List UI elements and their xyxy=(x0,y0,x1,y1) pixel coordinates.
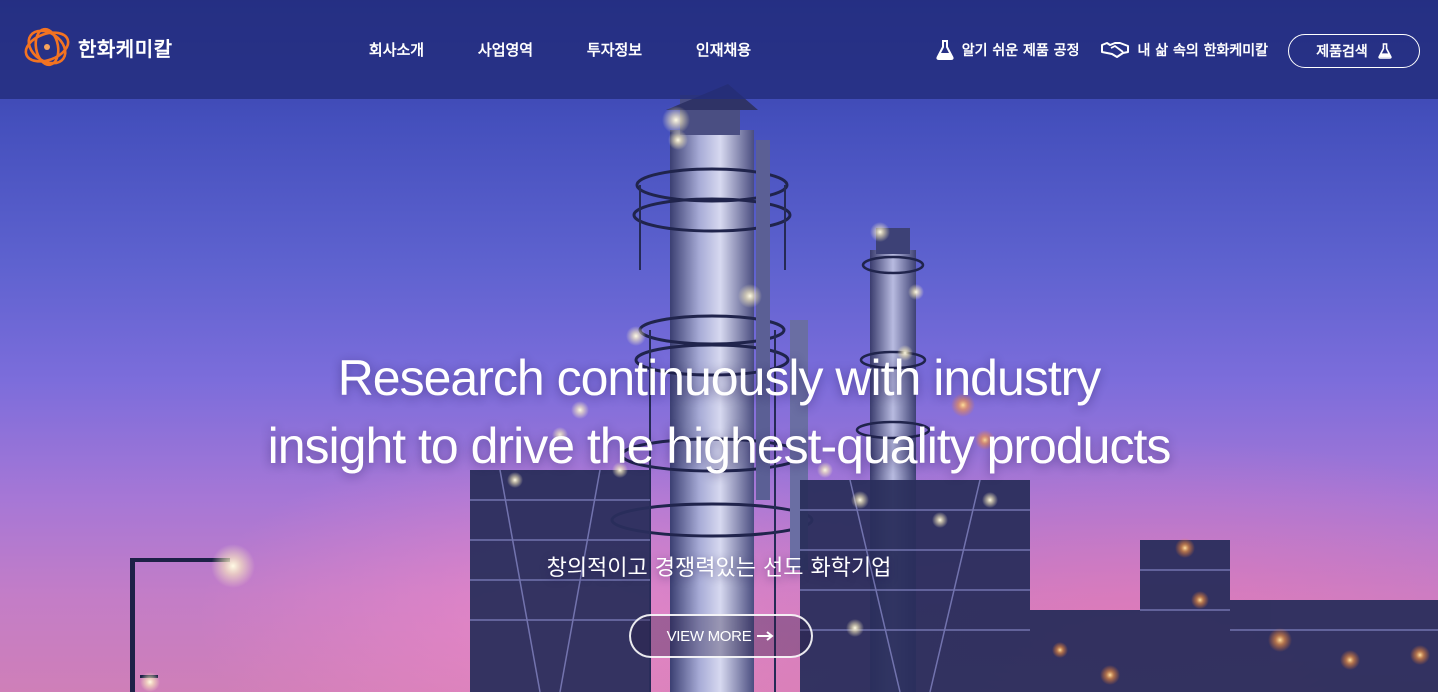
view-more-label: VIEW MORE xyxy=(666,627,752,645)
hero-subheadline: 창의적이고 경쟁력있는 선도 화학기업 xyxy=(546,556,892,581)
hero-headline-line-1: Research continuously with industry xyxy=(337,350,1102,406)
view-more-button[interactable]: VIEW MORE xyxy=(629,614,813,658)
utility-links: 알기 쉬운 제품 공정 내 삶 속의 한화케미칼 xyxy=(936,36,1268,64)
hero-section: 한화케미칼 회사소개 사업영역 투자정보 인재채용 알기 쉬운 제품 공정 내 … xyxy=(0,0,1438,692)
product-search-button[interactable]: 제품검색 xyxy=(1288,34,1420,68)
product-search-label: 제품검색 xyxy=(1316,44,1368,60)
life-with-hanwha-label: 내 삶 속의 한화케미칼 xyxy=(1137,43,1268,59)
handshake-icon xyxy=(1101,42,1130,58)
hanwha-logo-icon xyxy=(24,27,70,67)
brand-logo[interactable]: 한화케미칼 xyxy=(22,22,173,72)
flask-icon xyxy=(936,40,954,60)
main-navigation: 회사소개 사업영역 투자정보 인재채용 xyxy=(342,36,778,64)
hero-headline-line-2: insight to drive the highest-quality pro… xyxy=(267,418,1172,474)
product-process-label: 알기 쉬운 제품 공정 xyxy=(961,43,1080,59)
brand-name: 한화케미칼 xyxy=(78,36,173,61)
nav-item-business[interactable]: 사업영역 xyxy=(451,36,560,64)
nav-item-careers[interactable]: 인재채용 xyxy=(669,36,778,64)
nav-item-company[interactable]: 회사소개 xyxy=(342,36,451,64)
product-process-link[interactable]: 알기 쉬운 제품 공정 xyxy=(936,40,1080,60)
site-header: 한화케미칼 회사소개 사업영역 투자정보 인재채용 알기 쉬운 제품 공정 내 … xyxy=(0,0,1438,99)
flask-icon xyxy=(1378,43,1392,59)
nav-item-investor[interactable]: 투자정보 xyxy=(560,36,669,64)
arrow-right-icon xyxy=(757,631,775,641)
hero-headline: Research continuously with industry insi… xyxy=(0,344,1438,480)
life-with-hanwha-link[interactable]: 내 삶 속의 한화케미칼 xyxy=(1101,40,1268,60)
